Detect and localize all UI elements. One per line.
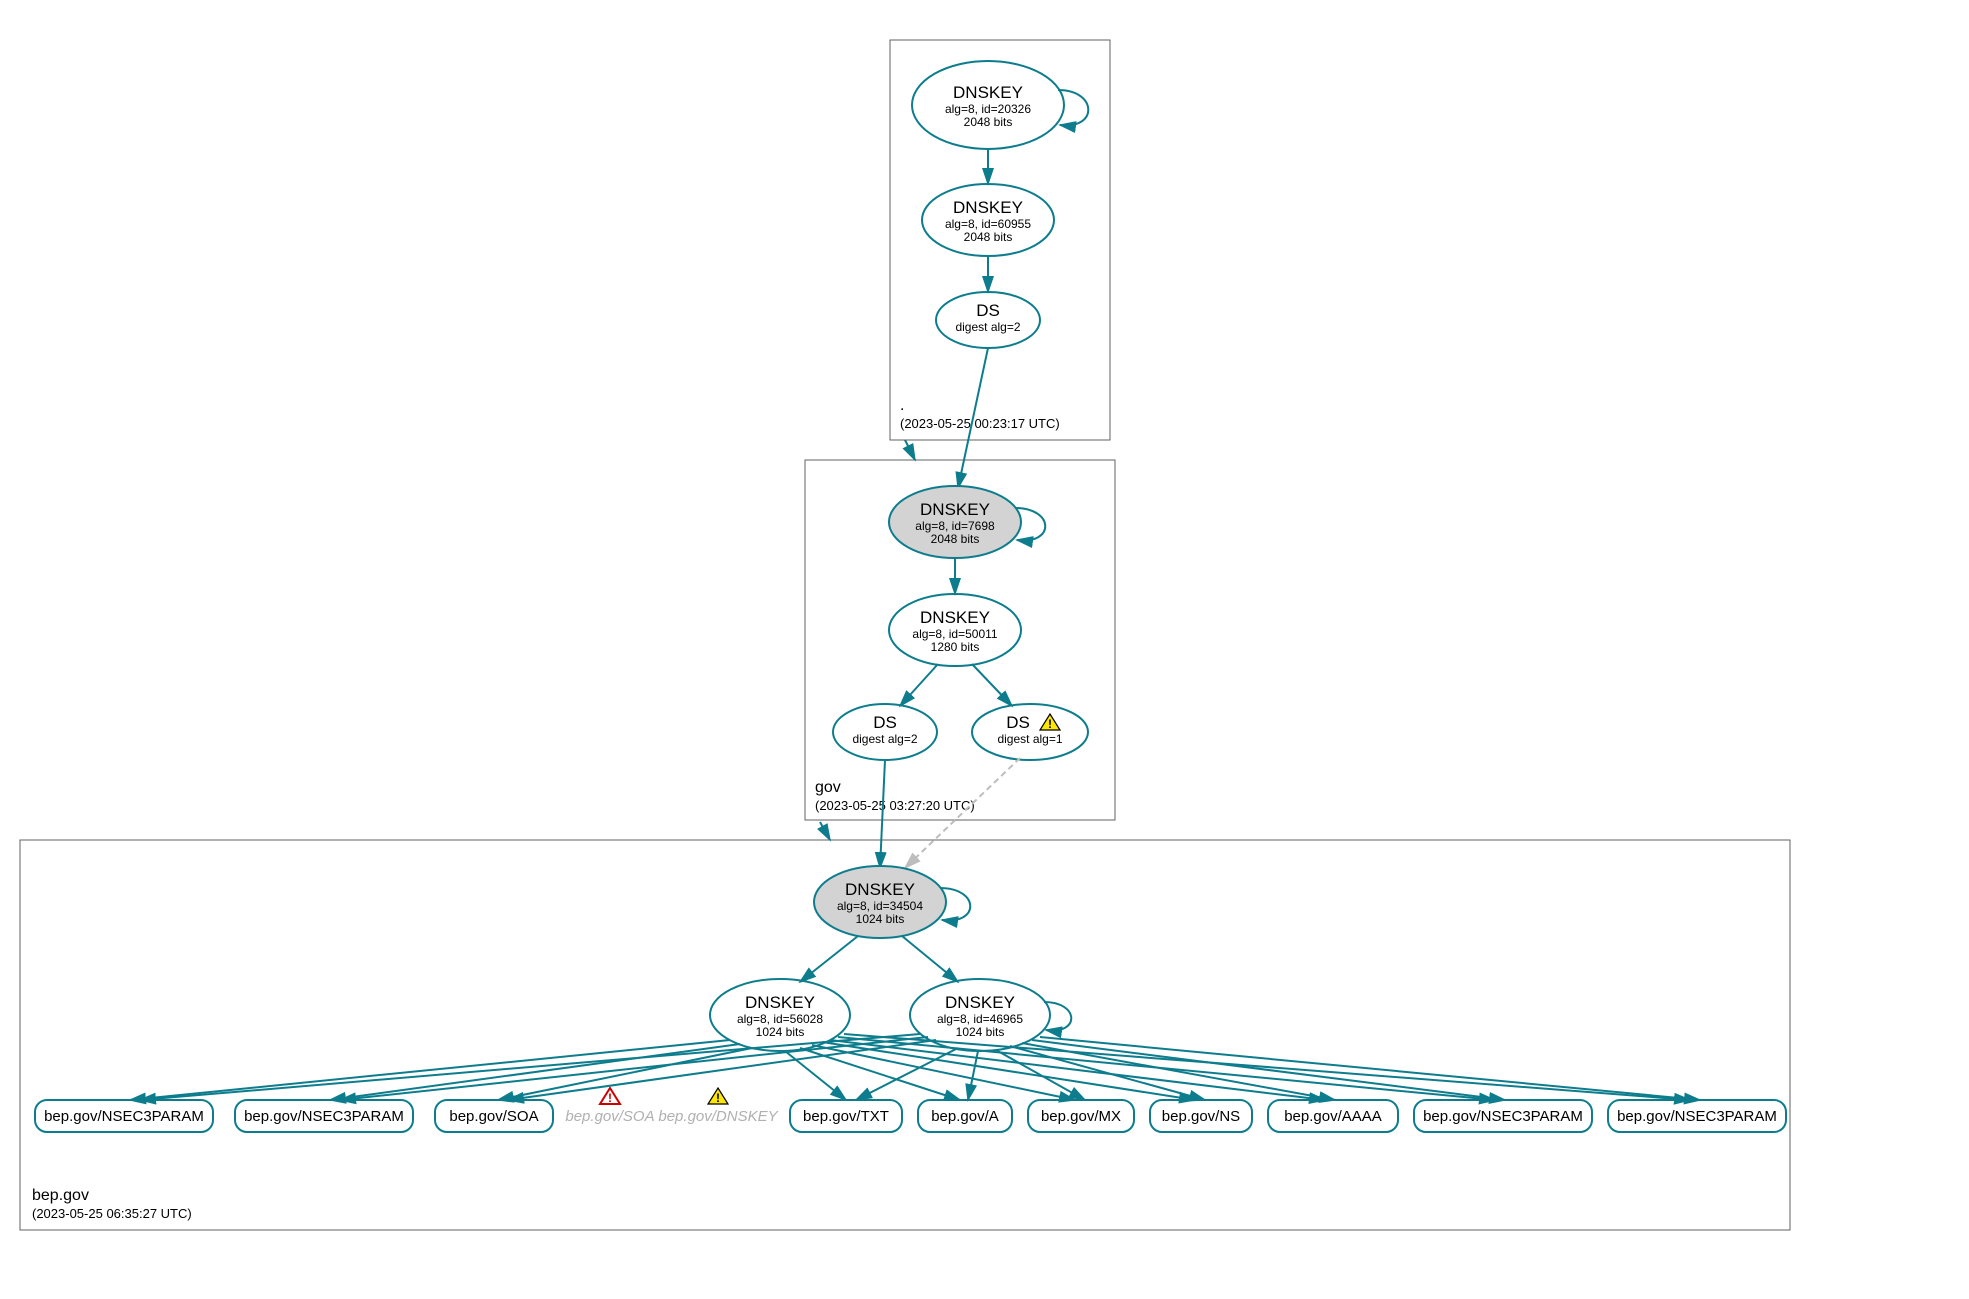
svg-text:1024 bits: 1024 bits (856, 912, 905, 926)
dnssec-graph: . (2023-05-25 00:23:17 UTC) DNSKEY alg=8… (0, 0, 1969, 1299)
edge-zsk2-r7 (968, 1051, 978, 1100)
node-root-ksk[interactable]: DNSKEY alg=8, id=20326 2048 bits (912, 61, 1064, 149)
svg-text:bep.gov/NSEC3PARAM: bep.gov/NSEC3PARAM (44, 1108, 204, 1125)
edge-zsk1-r3 (498, 1048, 752, 1100)
rrset-nsec3param-3[interactable]: bep.gov/NSEC3PARAM (1414, 1100, 1592, 1132)
svg-text:bep.gov/NSEC3PARAM: bep.gov/NSEC3PARAM (1617, 1108, 1777, 1125)
svg-text:bep.gov/AAAA: bep.gov/AAAA (1284, 1108, 1382, 1125)
edge-govds1-bepksk (880, 760, 885, 868)
svg-text:!: ! (608, 1091, 612, 1105)
edge-govzsk-ds1 (900, 664, 938, 706)
edge-govzsk-ds2 (972, 664, 1012, 706)
error-icon: ! (600, 1088, 620, 1105)
edge-bepksk-zsk1 (800, 936, 858, 982)
edge-zsk1-r6 (785, 1051, 846, 1100)
zone-bep-ts: (2023-05-25 06:35:27 UTC) (32, 1206, 192, 1221)
edge-zsk1-r9 (822, 1042, 1195, 1100)
svg-text:1024 bits: 1024 bits (956, 1025, 1005, 1039)
zone-root-ts: (2023-05-25 00:23:17 UTC) (900, 416, 1060, 431)
edge-bepksk-zsk2 (902, 936, 958, 982)
svg-text:bep.gov/TXT: bep.gov/TXT (803, 1108, 889, 1125)
warning-icon: ! (708, 1088, 728, 1105)
edge-zsk2-r2 (340, 1037, 928, 1100)
zone-gov-name: gov (815, 779, 841, 796)
rrset-nsec3param-1[interactable]: bep.gov/NSEC3PARAM (35, 1100, 213, 1132)
svg-text:1280 bits: 1280 bits (931, 640, 980, 654)
rrset-nsec3param-4[interactable]: bep.gov/NSEC3PARAM (1608, 1100, 1786, 1132)
svg-text:bep.gov/SOA: bep.gov/SOA (565, 1108, 654, 1125)
svg-text:bep.gov/DNSKEY: bep.gov/DNSKEY (658, 1108, 778, 1125)
edge-gov-bep-deleg (820, 822, 830, 840)
svg-text:DNSKEY: DNSKEY (745, 993, 815, 1012)
rrset-mx[interactable]: bep.gov/MX (1028, 1100, 1134, 1132)
zone-root-name: . (900, 397, 904, 414)
rrset-aaaa[interactable]: bep.gov/AAAA (1268, 1100, 1398, 1132)
svg-text:alg=8, id=7698: alg=8, id=7698 (915, 519, 995, 533)
rrset-soa[interactable]: bep.gov/SOA (435, 1100, 553, 1132)
svg-text:DS: DS (873, 713, 897, 732)
node-gov-ksk[interactable]: DNSKEY alg=8, id=7698 2048 bits (889, 486, 1021, 558)
svg-text:DS: DS (976, 301, 1000, 320)
rrset-txt[interactable]: bep.gov/TXT (790, 1100, 902, 1132)
svg-text:DNSKEY: DNSKEY (845, 880, 915, 899)
rrset-ns[interactable]: bep.gov/NS (1150, 1100, 1252, 1132)
node-root-zsk[interactable]: DNSKEY alg=8, id=60955 2048 bits (922, 184, 1054, 256)
node-bep-ksk[interactable]: DNSKEY alg=8, id=34504 1024 bits (814, 866, 946, 938)
svg-text:alg=8, id=46965: alg=8, id=46965 (937, 1012, 1023, 1026)
svg-text:DNSKEY: DNSKEY (953, 83, 1023, 102)
edge-zsk2-r1 (140, 1034, 920, 1100)
zone-gov-ts: (2023-05-25 03:27:20 UTC) (815, 798, 975, 813)
svg-text:bep.gov/MX: bep.gov/MX (1041, 1108, 1121, 1125)
rrset-a[interactable]: bep.gov/A (918, 1100, 1012, 1132)
svg-text:2048 bits: 2048 bits (964, 230, 1013, 244)
svg-text:!: ! (1048, 717, 1052, 731)
svg-text:bep.gov/NS: bep.gov/NS (1162, 1108, 1240, 1125)
node-bep-zsk1[interactable]: DNSKEY alg=8, id=56028 1024 bits (710, 979, 850, 1051)
svg-text:digest alg=2: digest alg=2 (852, 732, 917, 746)
svg-text:2048 bits: 2048 bits (964, 115, 1013, 129)
rrset-soa-insecure[interactable]: bep.gov/SOA (565, 1108, 654, 1125)
node-gov-ds1[interactable]: DS digest alg=2 (833, 704, 937, 760)
svg-text:alg=8, id=56028: alg=8, id=56028 (737, 1012, 823, 1026)
svg-text:alg=8, id=60955: alg=8, id=60955 (945, 217, 1031, 231)
node-root-ds[interactable]: DS digest alg=2 (936, 292, 1040, 348)
node-gov-zsk[interactable]: DNSKEY alg=8, id=50011 1280 bits (889, 594, 1021, 666)
rrset-nsec3param-2[interactable]: bep.gov/NSEC3PARAM (235, 1100, 413, 1132)
svg-text:!: ! (716, 1091, 720, 1105)
node-gov-ds2[interactable]: DS digest alg=1 (972, 704, 1088, 760)
edge-root-gov-deleg (905, 440, 915, 460)
svg-text:bep.gov/NSEC3PARAM: bep.gov/NSEC3PARAM (1423, 1108, 1583, 1125)
svg-text:DNSKEY: DNSKEY (920, 500, 990, 519)
svg-text:digest alg=1: digest alg=1 (997, 732, 1062, 746)
zone-bep-name: bep.gov (32, 1187, 89, 1204)
svg-text:DNSKEY: DNSKEY (953, 198, 1023, 217)
svg-text:DS: DS (1006, 713, 1030, 732)
svg-text:bep.gov/SOA: bep.gov/SOA (449, 1108, 538, 1125)
edge-govds2-bepksk (905, 758, 1020, 868)
svg-text:alg=8, id=20326: alg=8, id=20326 (945, 102, 1031, 116)
svg-text:alg=8, id=50011: alg=8, id=50011 (912, 627, 998, 641)
rrset-dnskey-insecure[interactable]: bep.gov/DNSKEY (658, 1108, 778, 1125)
svg-text:1024 bits: 1024 bits (756, 1025, 805, 1039)
svg-text:digest alg=2: digest alg=2 (955, 320, 1020, 334)
svg-text:DNSKEY: DNSKEY (920, 608, 990, 627)
svg-text:DNSKEY: DNSKEY (945, 993, 1015, 1012)
edge-zsk1-r10 (830, 1040, 1325, 1100)
svg-text:alg=8, id=34504: alg=8, id=34504 (837, 899, 923, 913)
svg-text:bep.gov/NSEC3PARAM: bep.gov/NSEC3PARAM (244, 1108, 404, 1125)
svg-text:bep.gov/A: bep.gov/A (931, 1108, 999, 1125)
edge-zsk2-r11 (1032, 1040, 1505, 1100)
svg-text:2048 bits: 2048 bits (931, 532, 980, 546)
